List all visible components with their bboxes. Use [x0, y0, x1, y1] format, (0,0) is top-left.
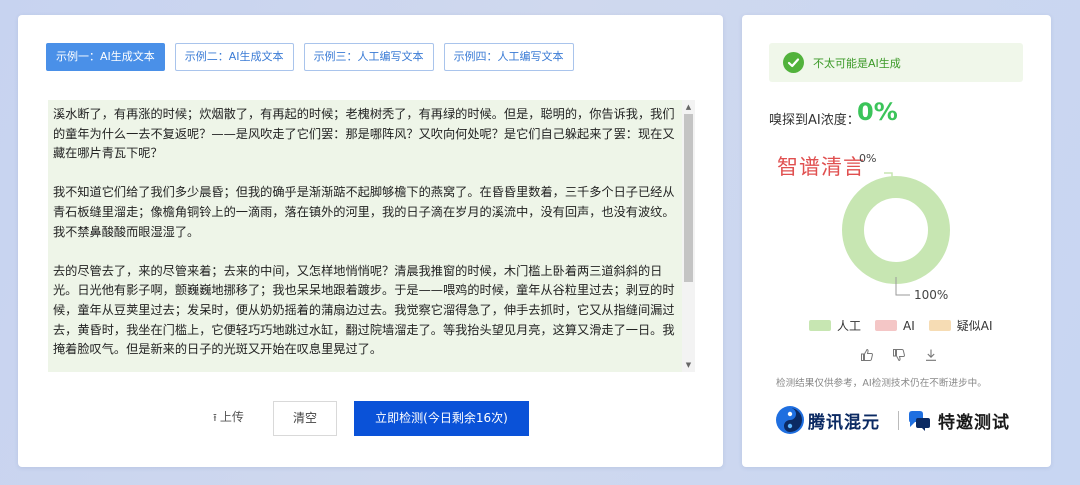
legend-swatch-ai [875, 320, 898, 331]
upload-arrow-icon: ⭱ [213, 411, 217, 424]
detect-now-button[interactable]: 立即检测(今日剩余16次) [354, 401, 529, 436]
paragraph-3: 去的尽管去了，来的尽管来着；去来的中间，又怎样地悄悄呢？清晨我推窗的时候，木门槛… [53, 263, 675, 357]
legend-item-ai[interactable]: AI [875, 319, 915, 333]
thumbs-down-icon[interactable] [892, 348, 906, 362]
brand-special-test: 特邀测试 [938, 413, 1010, 433]
clear-button[interactable]: 清空 [273, 401, 337, 436]
upload-button[interactable]: ⭱ 上传 [213, 408, 244, 428]
scroll-down-arrow-icon[interactable]: ▼ [682, 358, 695, 372]
download-icon[interactable] [924, 348, 938, 362]
legend-label-ai: AI [903, 318, 915, 333]
tab-example-4[interactable]: 示例四：人工编写文本 [443, 43, 574, 71]
tab-example-2[interactable]: 示例二：AI生成文本 [174, 43, 294, 71]
chart-legend: 人工 AI 疑似AI [809, 317, 1007, 334]
hunyuan-logo-icon [776, 406, 804, 434]
scroll-thumb[interactable] [684, 114, 693, 282]
text-input-area[interactable]: 溪水断了，有再涨的时候；炊烟散了，有再起的时候；老槐树秃了，有再绿的时候。但是，… [48, 100, 695, 372]
donut-segment[interactable] [842, 176, 950, 284]
vertical-scrollbar[interactable]: ▲ ▼ [682, 100, 695, 372]
disclaimer-text: 检测结果仅供参考，AI检测技术仍在不断进步中。 [776, 378, 987, 389]
legend-swatch-human [809, 320, 831, 331]
text-content[interactable]: 溪水断了，有再涨的时候；炊烟散了，有再起的时候；老槐树秃了，有再绿的时候。但是，… [53, 105, 680, 372]
legend-item-suspected-ai[interactable]: 疑似AI [928, 317, 993, 334]
paragraph-1: 溪水断了，有再涨的时候；炊烟散了，有再起的时候；老槐树秃了，有再绿的时候。但是，… [53, 107, 675, 161]
detector-input-panel: 示例一：AI生成文本 示例二：AI生成文本 示例三：人工编写文本 示例四：人工编… [18, 15, 723, 467]
tab-example-1[interactable]: 示例一：AI生成文本 [46, 43, 165, 71]
donut-label-human: 100% [914, 288, 949, 302]
brand-hunyuan: 腾讯混元 [808, 413, 880, 433]
upload-label: 上传 [219, 410, 244, 424]
brand-divider [898, 411, 899, 430]
legend-label-human: 人工 [837, 319, 862, 333]
legend-swatch-suspected-ai [928, 320, 951, 331]
example-tabs: 示例一：AI生成文本 示例二：AI生成文本 示例三：人工编写文本 示例四：人工编… [46, 43, 574, 71]
tab-example-3[interactable]: 示例三：人工编写文本 [303, 43, 434, 71]
legend-item-human[interactable]: 人工 [809, 317, 861, 334]
thumbs-up-icon[interactable] [860, 348, 874, 362]
paragraph-2: 我不知道它们给了我们多少晨昏；但我的确乎是渐渐踮不起脚够檐下的燕窝了。在昏昏里数… [53, 185, 675, 239]
special-invite-logo-icon [909, 411, 930, 431]
zhipu-watermark: 智谱清言 [777, 155, 865, 179]
scroll-up-arrow-icon[interactable]: ▲ [682, 100, 695, 114]
legend-label-suspected-ai: 疑似AI [956, 319, 993, 333]
brand-footer: 腾讯混元 特邀测试 [775, 405, 1025, 435]
detection-result-panel: 不太可能是AI生成 嗅探到AI浓度： 0% 智谱清言 0% 100% 人工 AI… [742, 15, 1051, 467]
feedback-actions [860, 348, 938, 362]
donut-label-ai: 0% [859, 152, 877, 165]
